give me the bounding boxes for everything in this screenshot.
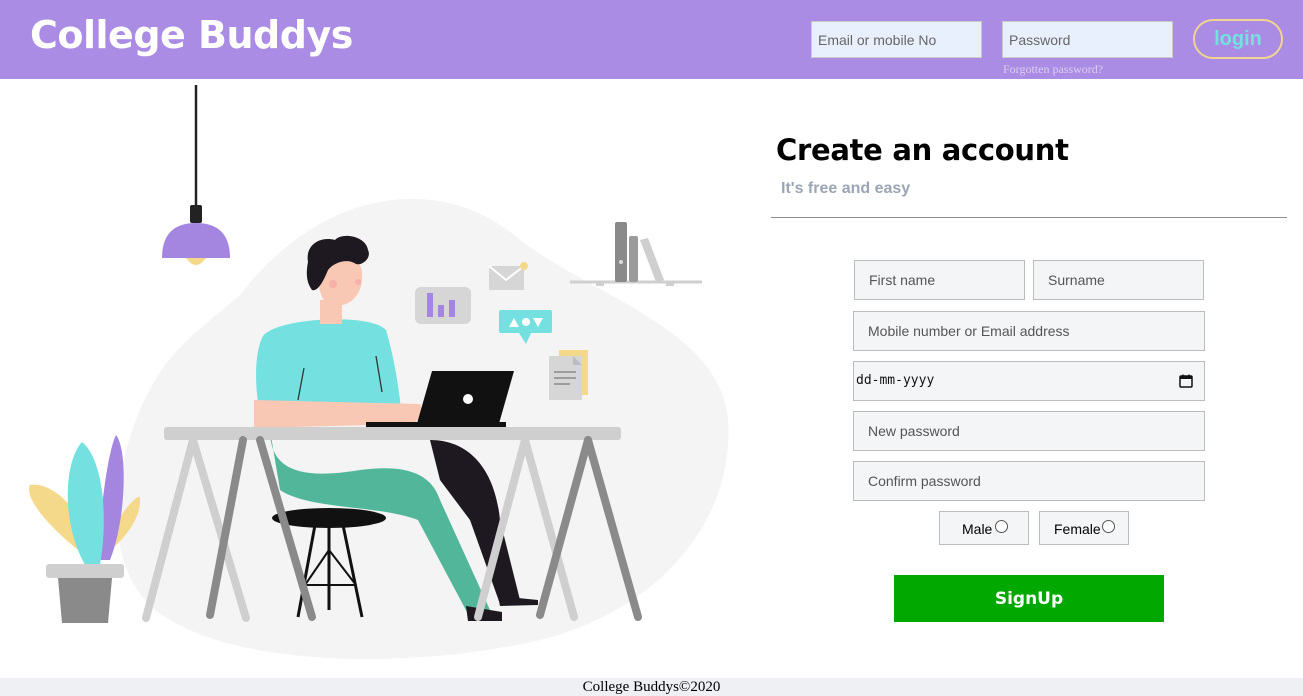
gender-male-option[interactable]: Male [939,511,1029,545]
shelf-icon [570,222,702,286]
gender-female-radio[interactable] [1102,520,1115,533]
new-password-input[interactable] [853,411,1205,451]
contact-input[interactable] [853,311,1205,351]
surname-input[interactable] [1033,260,1204,300]
login-button[interactable]: login [1193,19,1283,59]
student-at-laptop-illustration [28,85,729,659]
header-bar: College Buddys Forgotten password? login [0,0,1303,79]
login-email-input[interactable] [811,21,982,58]
signup-title: Create an account [776,133,1069,167]
date-placeholder: dd-mm-yyyy [856,373,935,388]
hanging-lamp-icon [162,85,230,265]
footer: College Buddys©2020 [0,678,1303,696]
calendar-icon[interactable] [1179,374,1193,388]
documents-icon [549,350,588,400]
login-password-input[interactable] [1002,21,1173,58]
mail-icon [488,262,528,290]
forgot-password-link[interactable]: Forgotten password? [1003,62,1103,77]
signup-button[interactable]: SignUp [894,575,1164,622]
gender-female-label: Female [1054,521,1101,537]
signup-subtitle: It's free and easy [781,180,911,197]
gender-male-radio[interactable] [995,520,1008,533]
first-name-input[interactable] [854,260,1025,300]
section-divider [771,217,1287,218]
gender-male-label: Male [962,521,993,537]
chart-card-icon [415,287,471,324]
brand-logo[interactable]: College Buddys [30,13,353,57]
confirm-password-input[interactable] [853,461,1205,501]
gender-female-option[interactable]: Female [1039,511,1129,545]
footer-copyright: College Buddys©2020 [582,679,721,695]
date-of-birth-input[interactable]: dd-mm-yyyy [853,361,1205,401]
